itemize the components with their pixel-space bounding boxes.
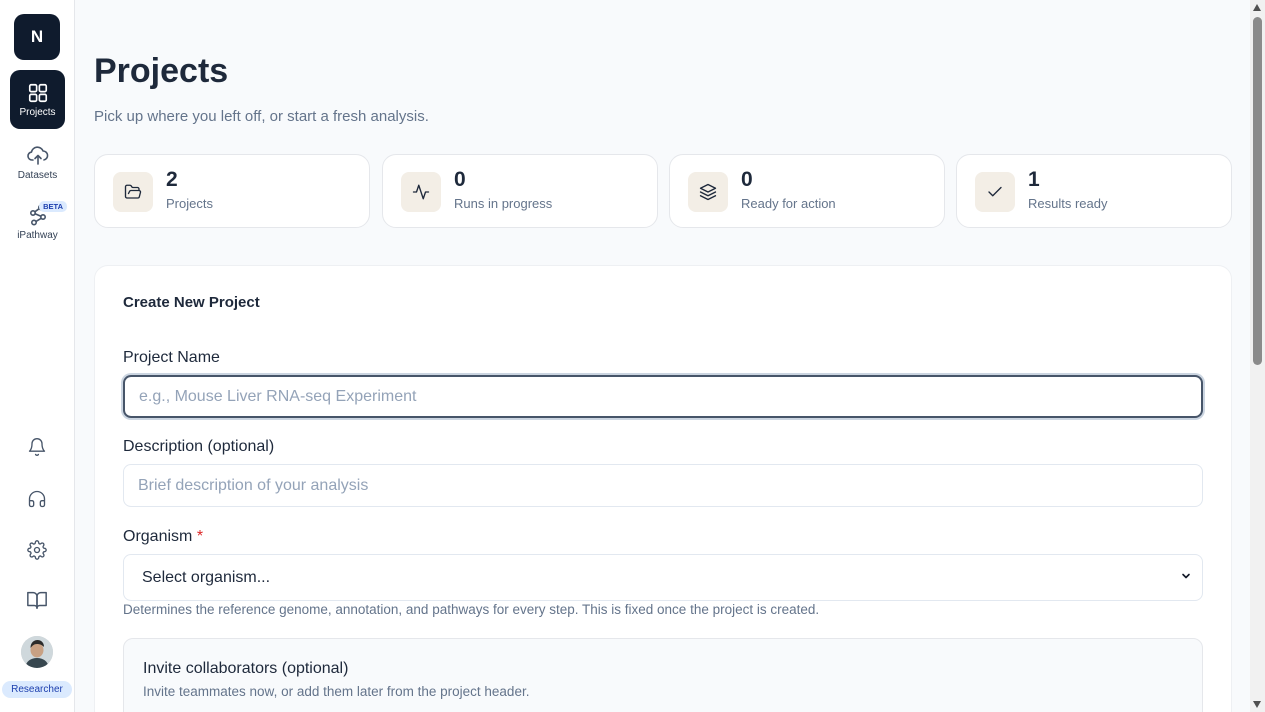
stat-value: 1 [1028,168,1040,191]
description-label: Description (optional) [123,438,275,455]
page-subtitle: Pick up where you left off, or start a f… [94,108,429,125]
stat-label: Results ready [1028,196,1108,211]
vertical-scrollbar[interactable] [1250,0,1265,712]
scroll-down-icon[interactable] [1253,701,1261,708]
stat-label: Projects [166,196,213,211]
grid-icon [27,82,49,104]
stat-value: 2 [166,168,178,191]
sidebar-item-datasets[interactable]: Datasets [10,143,65,181]
stat-label: Runs in progress [454,196,553,211]
organism-label-text: Organism [123,528,193,545]
bell-icon[interactable] [24,434,50,460]
stat-label: Ready for action [741,196,836,211]
stat-card-projects: 2 Projects [94,154,370,228]
sidebar-item-label: Projects [19,106,56,118]
stat-value: 0 [454,168,466,191]
app-window: N Projects Datasets BETA iPathway Resear… [0,0,1265,712]
stat-card-results: 1 Results ready [956,154,1232,228]
logo-letter: N [30,27,44,46]
gear-icon[interactable] [24,537,50,563]
stat-card-ready: 0 Ready for action [669,154,945,228]
user-avatar[interactable] [21,636,53,668]
main-content: Projects Pick up where you left off, or … [75,0,1250,712]
book-icon[interactable] [24,587,50,613]
scroll-thumb[interactable] [1253,17,1262,365]
sidebar-item-ipathway[interactable]: BETA iPathway [10,201,67,241]
layers-icon [688,172,728,212]
sidebar-item-label: iPathway [17,230,58,241]
organism-select-value: Select organism... [142,568,271,586]
project-name-input[interactable] [123,375,1203,418]
create-project-panel: Create New Project Project Name Descript… [94,265,1232,712]
invite-subtitle: Invite teammates now, or add them later … [143,684,530,699]
invite-collaborators-section: Invite collaborators (optional) Invite t… [123,638,1203,712]
sidebar: N Projects Datasets BETA iPathway Resear… [0,0,75,712]
check-icon [975,172,1015,212]
activity-icon [401,172,441,212]
organism-help-text: Determines the reference genome, annotat… [123,602,820,617]
page-title: Projects [94,52,229,90]
chevron-down-icon [1180,569,1192,587]
stat-card-runs: 0 Runs in progress [382,154,658,228]
app-logo[interactable]: N [14,14,60,60]
role-badge: Researcher [2,681,72,698]
description-input[interactable] [123,464,1203,507]
headphones-icon[interactable] [24,486,50,512]
sidebar-item-projects[interactable]: Projects [10,70,65,129]
cloud-upload-icon [26,143,50,167]
stat-value: 0 [741,168,753,191]
required-mark: * [196,528,204,545]
organism-select[interactable]: Select organism... [123,554,1203,601]
scroll-up-icon[interactable] [1253,4,1261,11]
organism-label: Organism * [123,528,203,546]
panel-title: Create New Project [123,294,260,311]
project-name-label: Project Name [123,349,220,366]
folder-open-icon [113,172,153,212]
sidebar-item-label: Datasets [17,170,58,181]
invite-title: Invite collaborators (optional) [143,660,349,677]
beta-badge: BETA [39,201,67,212]
